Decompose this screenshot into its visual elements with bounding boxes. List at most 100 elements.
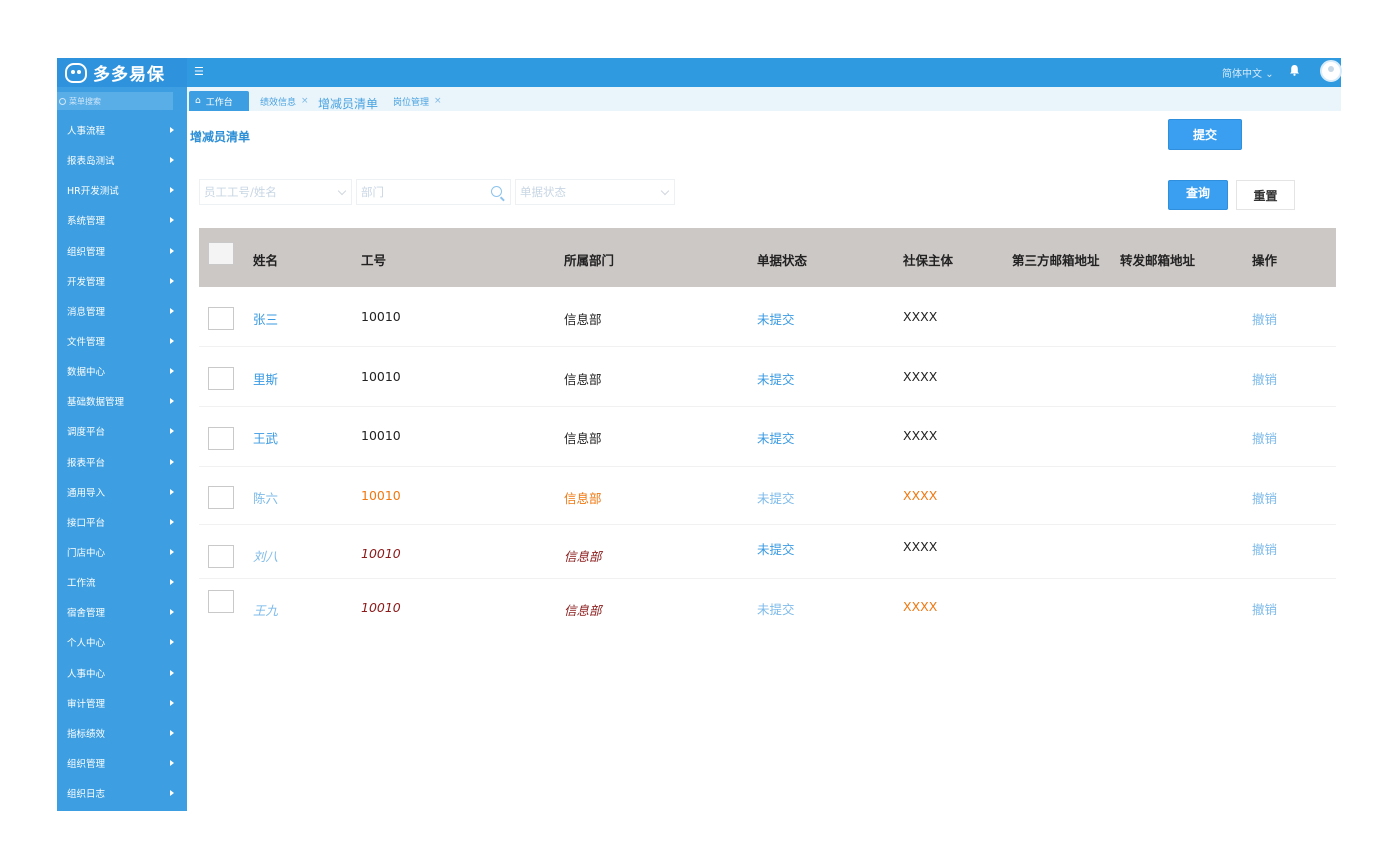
caret-right-icon xyxy=(170,790,174,797)
chevron-down-icon: ⌄ xyxy=(1265,69,1274,80)
column-header-status: 单据状态 xyxy=(757,253,808,268)
row-entity: XXXX xyxy=(903,369,938,384)
caret-right-icon xyxy=(170,368,174,375)
sidebar-item[interactable]: 文件管理 xyxy=(57,326,187,356)
bell-icon[interactable] xyxy=(1289,64,1300,76)
row-revoke-link[interactable]: 撤销 xyxy=(1252,539,1277,558)
sidebar-item[interactable]: 调度平台 xyxy=(57,416,187,446)
sidebar-item[interactable]: 人事流程 xyxy=(57,115,187,145)
row-name-link[interactable]: 王武 xyxy=(253,428,278,447)
sidebar-item[interactable]: 门店中心 xyxy=(57,537,187,567)
sidebar-item[interactable]: HR开发测试 xyxy=(57,175,187,205)
close-icon[interactable]: × xyxy=(301,96,309,106)
tab-label: 增减员清单 xyxy=(318,96,379,111)
row-checkbox[interactable] xyxy=(208,545,234,568)
sidebar-item[interactable]: 审计管理 xyxy=(57,688,187,718)
sidebar-item-label: 报表岛测试 xyxy=(67,156,115,168)
sidebar-item-label: 个人中心 xyxy=(67,638,106,650)
column-header-entity: 社保主体 xyxy=(903,253,954,268)
sidebar-item-label: 接口平台 xyxy=(67,517,106,529)
menu-toggle-icon[interactable]: ☰ xyxy=(194,65,204,78)
chevron-down-icon xyxy=(660,186,670,196)
sidebar-item[interactable]: 消息管理 xyxy=(57,296,187,326)
row-checkbox[interactable] xyxy=(208,307,234,330)
row-checkbox[interactable] xyxy=(208,367,234,390)
row-name-link[interactable]: 陈六 xyxy=(253,488,278,507)
table-row: 王武 10010 信息部 未提交 XXXX 撤销 xyxy=(199,407,1336,467)
row-name-link[interactable]: 刘八 xyxy=(253,546,278,565)
sidebar-item[interactable]: 宿舍管理 xyxy=(57,597,187,627)
row-status: 未提交 xyxy=(757,312,795,327)
sidebar-item[interactable]: 工作流 xyxy=(57,567,187,597)
sidebar-item[interactable]: 组织管理 xyxy=(57,236,187,266)
tab-position[interactable]: 岗位管理 × xyxy=(387,91,448,111)
caret-right-icon xyxy=(170,338,174,345)
reset-button[interactable]: 重置 xyxy=(1236,180,1295,210)
brand-name: 多多易保 xyxy=(93,65,165,85)
row-checkbox[interactable] xyxy=(208,427,234,450)
table-header: 姓名 工号 所属部门 单据状态 社保主体 第三方邮箱地址 转发邮箱地址 操作 xyxy=(199,228,1336,287)
sidebar-item-label: 指标绩效 xyxy=(67,728,106,740)
row-name-link[interactable]: 里斯 xyxy=(253,369,278,388)
language-selector[interactable]: 简体中文 ⌄ xyxy=(1222,65,1274,80)
sidebar-item[interactable]: 基础数据管理 xyxy=(57,386,187,416)
sidebar-item[interactable]: 开发管理 xyxy=(57,266,187,296)
avatar[interactable] xyxy=(1320,60,1342,82)
sidebar-item[interactable]: 组织管理 xyxy=(57,748,187,778)
caret-right-icon xyxy=(170,488,174,495)
employee-select-placeholder: 员工工号/姓名 xyxy=(204,185,277,199)
sidebar-menu: 人事流程 报表岛测试 HR开发测试 系统管理 组织管理 开发管理 消息管理 文件… xyxy=(57,115,187,808)
submit-button[interactable]: 提交 xyxy=(1168,119,1242,150)
select-all-checkbox[interactable] xyxy=(208,242,234,265)
row-name-link[interactable]: 张三 xyxy=(253,309,278,328)
department-search-input[interactable]: 部门 xyxy=(356,179,511,205)
sidebar-item[interactable]: 系统管理 xyxy=(57,205,187,235)
status-select[interactable]: 单据状态 xyxy=(515,179,675,205)
row-department: 信息部 xyxy=(564,431,602,446)
row-revoke-link[interactable]: 撤销 xyxy=(1252,369,1277,388)
row-status: 未提交 xyxy=(757,431,795,446)
brand-logo[interactable]: 多多易保 xyxy=(57,58,187,87)
row-entity: XXXX xyxy=(903,539,938,554)
column-header-department: 所属部门 xyxy=(564,253,615,268)
caret-right-icon xyxy=(170,307,174,314)
sidebar-item[interactable]: 组织日志 xyxy=(57,778,187,808)
tab-performance[interactable]: 绩效信息 × xyxy=(254,91,315,111)
sidebar-item[interactable]: 报表平台 xyxy=(57,447,187,477)
row-revoke-link[interactable]: 撤销 xyxy=(1252,488,1277,507)
caret-right-icon xyxy=(170,639,174,646)
app-frame: 多多易保 菜单搜索 人事流程 报表岛测试 HR开发测试 系统管理 组织管理 开发… xyxy=(57,58,1342,811)
search-icon xyxy=(491,186,502,197)
sidebar-item[interactable]: 报表岛测试 xyxy=(57,145,187,175)
sidebar-item[interactable]: 指标绩效 xyxy=(57,718,187,748)
row-department: 信息部 xyxy=(564,491,602,506)
row-name-link[interactable]: 王九 xyxy=(253,600,278,619)
row-revoke-link[interactable]: 撤销 xyxy=(1252,428,1277,447)
row-revoke-link[interactable]: 撤销 xyxy=(1252,599,1277,618)
row-checkbox[interactable] xyxy=(208,486,234,509)
status-select-placeholder: 单据状态 xyxy=(520,185,566,199)
row-checkbox[interactable] xyxy=(208,590,234,613)
tab-label: 工作台 xyxy=(205,97,233,108)
sidebar-item[interactable]: 数据中心 xyxy=(57,356,187,386)
sidebar-item[interactable]: 通用导入 xyxy=(57,477,187,507)
sidebar-item[interactable]: 人事中心 xyxy=(57,658,187,688)
employee-select[interactable]: 员工工号/姓名 xyxy=(199,179,352,205)
column-header-name: 姓名 xyxy=(253,253,279,268)
menu-search-input[interactable]: 菜单搜索 xyxy=(57,92,173,110)
table-row: 刘八 10010 信息部 未提交 XXXX 撤销 xyxy=(199,525,1336,579)
caret-right-icon xyxy=(170,217,174,224)
sidebar-item[interactable]: 接口平台 xyxy=(57,507,187,537)
sidebar: 多多易保 菜单搜索 人事流程 报表岛测试 HR开发测试 系统管理 组织管理 开发… xyxy=(57,58,187,811)
sidebar-item-label: 宿舍管理 xyxy=(67,608,106,620)
sidebar-item[interactable]: 个人中心 xyxy=(57,627,187,657)
close-icon[interactable]: × xyxy=(434,96,442,106)
caret-right-icon xyxy=(170,549,174,556)
row-status: 未提交 xyxy=(757,602,795,617)
sidebar-item-label: 工作流 xyxy=(67,578,96,590)
table-row: 张三 10010 信息部 未提交 XXXX 撤销 xyxy=(199,287,1336,347)
tab-staff-change[interactable]: 增减员清单 xyxy=(312,93,384,113)
query-button[interactable]: 查询 xyxy=(1168,180,1228,210)
row-revoke-link[interactable]: 撤销 xyxy=(1252,309,1277,328)
tab-workbench[interactable]: ⌂ 工作台 xyxy=(189,91,249,111)
